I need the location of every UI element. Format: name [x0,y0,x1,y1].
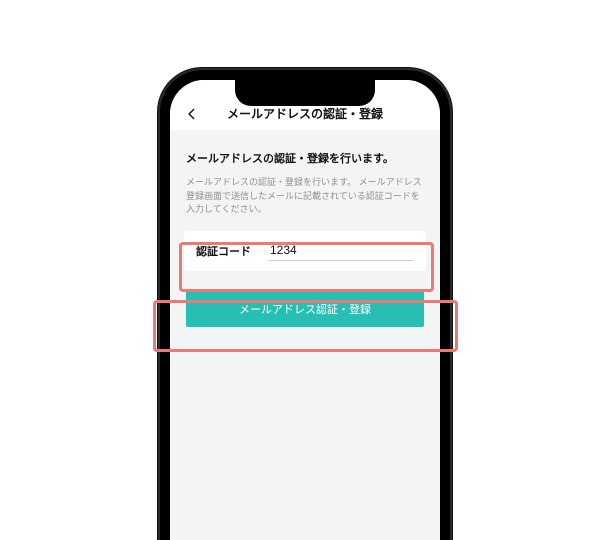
content-area: メールアドレスの認証・登録を行います。 メールアドレスの認証・登録を行います。 … [170,130,440,327]
header-title: メールアドレスの認証・登録 [227,105,383,122]
phone-frame: メールアドレスの認証・登録 メールアドレスの認証・登録を行います。 メールアドレ… [158,68,452,540]
chevron-left-icon [185,107,199,121]
phone-notch [235,80,375,106]
submit-button[interactable]: メールアドレス認証・登録 [186,291,424,327]
submit-button-label: メールアドレス認証・登録 [239,301,371,317]
phone-screen: メールアドレスの認証・登録 メールアドレスの認証・登録を行います。 メールアドレ… [170,80,440,540]
back-button[interactable] [182,104,202,124]
page-subheading: メールアドレスの認証・登録を行います。 [186,150,424,166]
verification-code-input[interactable] [268,240,414,261]
verification-code-row: 認証コード [184,231,426,271]
page-description: メールアドレスの認証・登録を行います。 メールアドレス登録画面で送信したメールに… [186,176,424,217]
verification-code-label: 認証コード [196,243,268,259]
submit-wrap: メールアドレス認証・登録 [184,291,426,327]
